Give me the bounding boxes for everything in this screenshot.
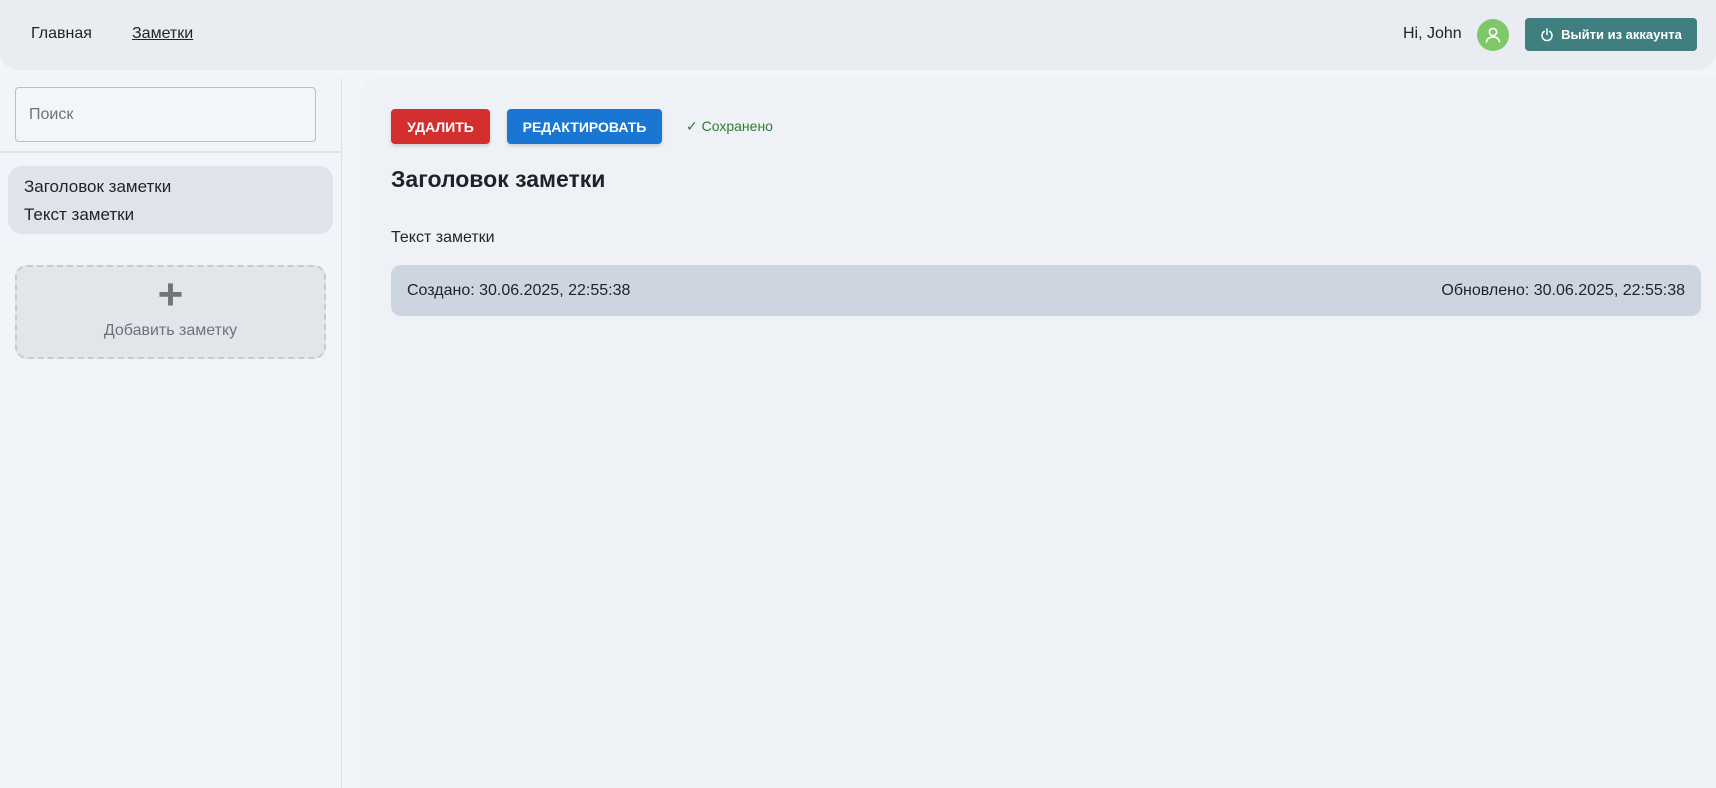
saved-status: ✓ Сохранено: [686, 118, 773, 134]
plus-icon: +: [157, 270, 184, 319]
power-icon: [1541, 27, 1553, 41]
note-meta-bar: Создано: 30.06.2025, 22:55:38 Обновлено:…: [391, 265, 1701, 316]
note-list-item[interactable]: Заголовок заметки Текст заметки: [8, 166, 333, 234]
note-list-item-text: Текст заметки: [24, 205, 135, 224]
user-icon: [1485, 27, 1501, 43]
nav-notes-link[interactable]: Заметки: [132, 24, 193, 44]
note-list-item-title: Заголовок заметки: [24, 177, 172, 196]
note-text: Текст заметки: [391, 229, 495, 246]
note-title: Заголовок заметки: [391, 166, 606, 192]
user-greeting: Hi, John: [1403, 25, 1462, 42]
note-detail-panel: УДАЛИТЬ РЕДАКТИРОВАТЬ ✓ Сохранено Заголо…: [359, 78, 1716, 788]
sidebar: Заголовок заметки Текст заметки + Добави…: [0, 78, 342, 788]
add-note-label: Добавить заметку: [103, 322, 238, 339]
logout-button[interactable]: Выйти из аккаунта: [1525, 18, 1697, 51]
updated-timestamp: Обновлено: 30.06.2025, 22:55:38: [1441, 281, 1685, 299]
nav-home-link[interactable]: Главная: [31, 24, 92, 44]
created-timestamp: Создано: 30.06.2025, 22:55:38: [407, 281, 631, 299]
search-input[interactable]: [15, 87, 316, 142]
edit-button[interactable]: РЕДАКТИРОВАТЬ: [507, 109, 662, 144]
top-bar: Главная Заметки Hi, John Выйти из аккаун…: [0, 0, 1716, 70]
logout-label: Выйти из аккаунта: [1561, 27, 1682, 42]
add-note-button[interactable]: + Добавить заметку: [15, 265, 326, 359]
avatar[interactable]: [1477, 19, 1509, 51]
delete-button[interactable]: УДАЛИТЬ: [391, 109, 490, 144]
search-area: [0, 78, 342, 153]
